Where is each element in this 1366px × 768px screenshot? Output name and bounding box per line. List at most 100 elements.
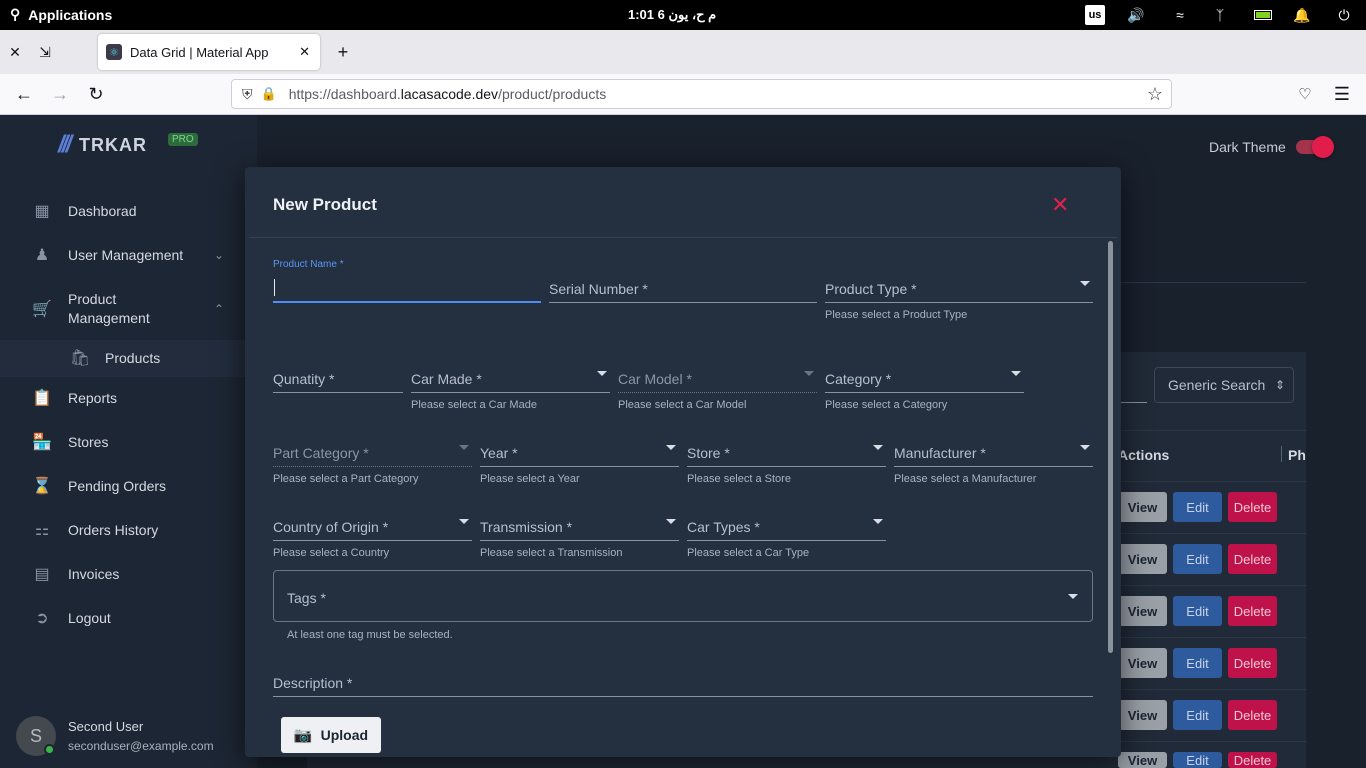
car-model-select[interactable]: Car Model * (618, 359, 817, 393)
row-delete-button[interactable]: Delete (1228, 596, 1277, 626)
row-edit-button[interactable]: Edit (1173, 752, 1222, 768)
clock[interactable]: 1:01 م ح، يون 6 (628, 7, 716, 23)
row-view-button[interactable]: View (1118, 752, 1167, 768)
sidebar-item-dashboard[interactable]: ▦ Dashborad (0, 199, 257, 223)
category-select[interactable]: Category * (825, 359, 1024, 393)
sidebar-item-label: Invoices (68, 566, 120, 582)
row-divider (1118, 481, 1306, 482)
row-view-button[interactable]: View (1118, 648, 1167, 678)
row-view-button[interactable]: View (1118, 700, 1167, 730)
row-delete-button[interactable]: Delete (1228, 648, 1277, 678)
serial-number-label: Serial Number * (549, 281, 648, 297)
sidebar-item-logout[interactable]: ➲ Logout (0, 606, 257, 630)
row-delete-button[interactable]: Delete (1228, 492, 1277, 522)
product-type-select[interactable]: Product Type * (825, 269, 1093, 303)
row-divider (1118, 533, 1306, 534)
volume-icon[interactable]: 🔊 (1126, 5, 1146, 25)
power-icon[interactable]: ⏻ (1334, 5, 1354, 25)
hourglass-icon: ⌛ (32, 478, 52, 495)
url-path: /product/products (498, 86, 607, 102)
pocket-icon[interactable]: ♡ (1290, 79, 1320, 109)
sidebar-item-user-management[interactable]: ♟ User Management ⌄ (0, 243, 257, 267)
row-edit-button[interactable]: Edit (1173, 492, 1222, 522)
close-icon[interactable]: ✕ (1051, 192, 1069, 218)
upload-button[interactable]: 📷 Upload (281, 717, 381, 753)
reload-icon[interactable]: ↻ (81, 79, 111, 109)
browser-tab[interactable]: ⚛ Data Grid | Material App ✕ (98, 34, 320, 70)
country-of-origin-label: Country of Origin * (273, 519, 389, 535)
quantity-input[interactable]: Qunatity * (273, 359, 403, 393)
wifi-icon[interactable]: ≈ (1170, 5, 1190, 25)
column-separator[interactable] (1281, 446, 1282, 462)
row-delete-label: Delete (1233, 707, 1272, 723)
row-delete-label: Delete (1233, 752, 1272, 768)
sidebar-item-pending-orders[interactable]: ⌛ Pending Orders (0, 474, 257, 498)
row-edit-label: Edit (1186, 603, 1209, 619)
applications-menu[interactable]: ⚲ Applications (10, 6, 112, 23)
dialog-scrollbar[interactable] (1108, 241, 1113, 653)
search-icon: ⚲ (10, 6, 21, 22)
car-made-select[interactable]: Car Made * (411, 359, 610, 393)
description-input[interactable]: Description * (273, 663, 1093, 697)
row-edit-button[interactable]: Edit (1173, 648, 1222, 678)
new-tab-icon[interactable]: + (328, 37, 358, 67)
sidebar-item-invoices[interactable]: ▤ Invoices (0, 562, 257, 586)
part-category-select[interactable]: Part Category * (273, 433, 472, 467)
store-select[interactable]: Store * (687, 433, 886, 467)
sidebar-item-reports[interactable]: 📋 Reports (0, 386, 257, 410)
brand-mark-icon: /// (58, 131, 72, 158)
notification-bell-icon[interactable]: 🔔 (1292, 5, 1312, 25)
restore-window-icon[interactable]: ⇲ (30, 37, 60, 67)
upload-label: Upload (320, 727, 369, 743)
people-icon: ♟ (34, 247, 50, 264)
close-tab-icon[interactable]: ✕ (299, 44, 310, 60)
forward-icon[interactable]: → (45, 79, 75, 109)
sidebar-item-products[interactable]: 🛍 Products (0, 346, 257, 370)
row-delete-button[interactable]: Delete (1228, 700, 1277, 730)
brand-logo[interactable]: /// TRKAR (58, 131, 147, 159)
year-select[interactable]: Year * (480, 433, 679, 467)
cart-icon: 🛒 (32, 301, 52, 318)
row-view-button[interactable]: View (1118, 544, 1167, 574)
menu-icon[interactable]: ☰ (1327, 79, 1357, 109)
sidebar-item-product-management[interactable]: 🛒 Product Management ⌃ (0, 290, 257, 328)
car-made-label: Car Made * (411, 371, 482, 387)
row-edit-button[interactable]: Edit (1173, 596, 1222, 626)
sidebar-item-label: Pending Orders (68, 478, 167, 494)
row-delete-button[interactable]: Delete (1228, 752, 1277, 768)
list-icon: ▤ (34, 566, 50, 583)
row-delete-button[interactable]: Delete (1228, 544, 1277, 574)
tags-select[interactable]: Tags * (273, 570, 1093, 622)
bookmark-star-icon[interactable]: ☆ (1147, 84, 1163, 105)
transmission-select[interactable]: Transmission * (480, 507, 679, 541)
sidebar-item-label: Reports (68, 390, 118, 406)
back-icon[interactable]: ← (9, 79, 39, 109)
search-field-underline (1121, 402, 1147, 403)
row-view-button[interactable]: View (1118, 492, 1167, 522)
row-edit-button[interactable]: Edit (1173, 544, 1222, 574)
row-view-button[interactable]: View (1118, 596, 1167, 626)
row-edit-button[interactable]: Edit (1173, 700, 1222, 730)
dropdown-arrow-icon (1011, 371, 1021, 376)
url-bar[interactable]: ⛨ 🔒 https://dashboard. lacasacode.dev/pro… (231, 79, 1172, 109)
description-label: Description * (273, 675, 353, 691)
sidebar-item-orders-history[interactable]: ⚏ Orders History (0, 518, 257, 542)
manufacturer-select[interactable]: Manufacturer * (894, 433, 1093, 467)
dark-theme-toggle-knob[interactable] (1312, 136, 1334, 158)
row-edit-label: Edit (1186, 655, 1209, 671)
sidebar-item-stores[interactable]: 🏪 Stores (0, 430, 257, 454)
generic-search-select[interactable]: Generic Search ⇕ (1154, 367, 1294, 403)
country-of-origin-select[interactable]: Country of Origin * (273, 507, 472, 541)
product-name-input[interactable] (273, 269, 541, 303)
manufacturer-label: Manufacturer * (894, 445, 986, 461)
keyboard-layout-indicator[interactable]: us (1085, 5, 1105, 25)
close-window-icon[interactable]: ✕ (0, 37, 30, 67)
car-types-select[interactable]: Car Types * (687, 507, 886, 541)
row-view-label: View (1127, 655, 1158, 671)
column-header-ph: Ph (1288, 447, 1306, 463)
battery-icon[interactable] (1252, 5, 1274, 25)
serial-number-input[interactable]: Serial Number * (549, 269, 817, 303)
bluetooth-icon[interactable]: ᛉ (1212, 5, 1228, 25)
row-view-label: View (1127, 551, 1158, 567)
manufacturer-hint: Please select a Manufacturer (894, 473, 1037, 485)
